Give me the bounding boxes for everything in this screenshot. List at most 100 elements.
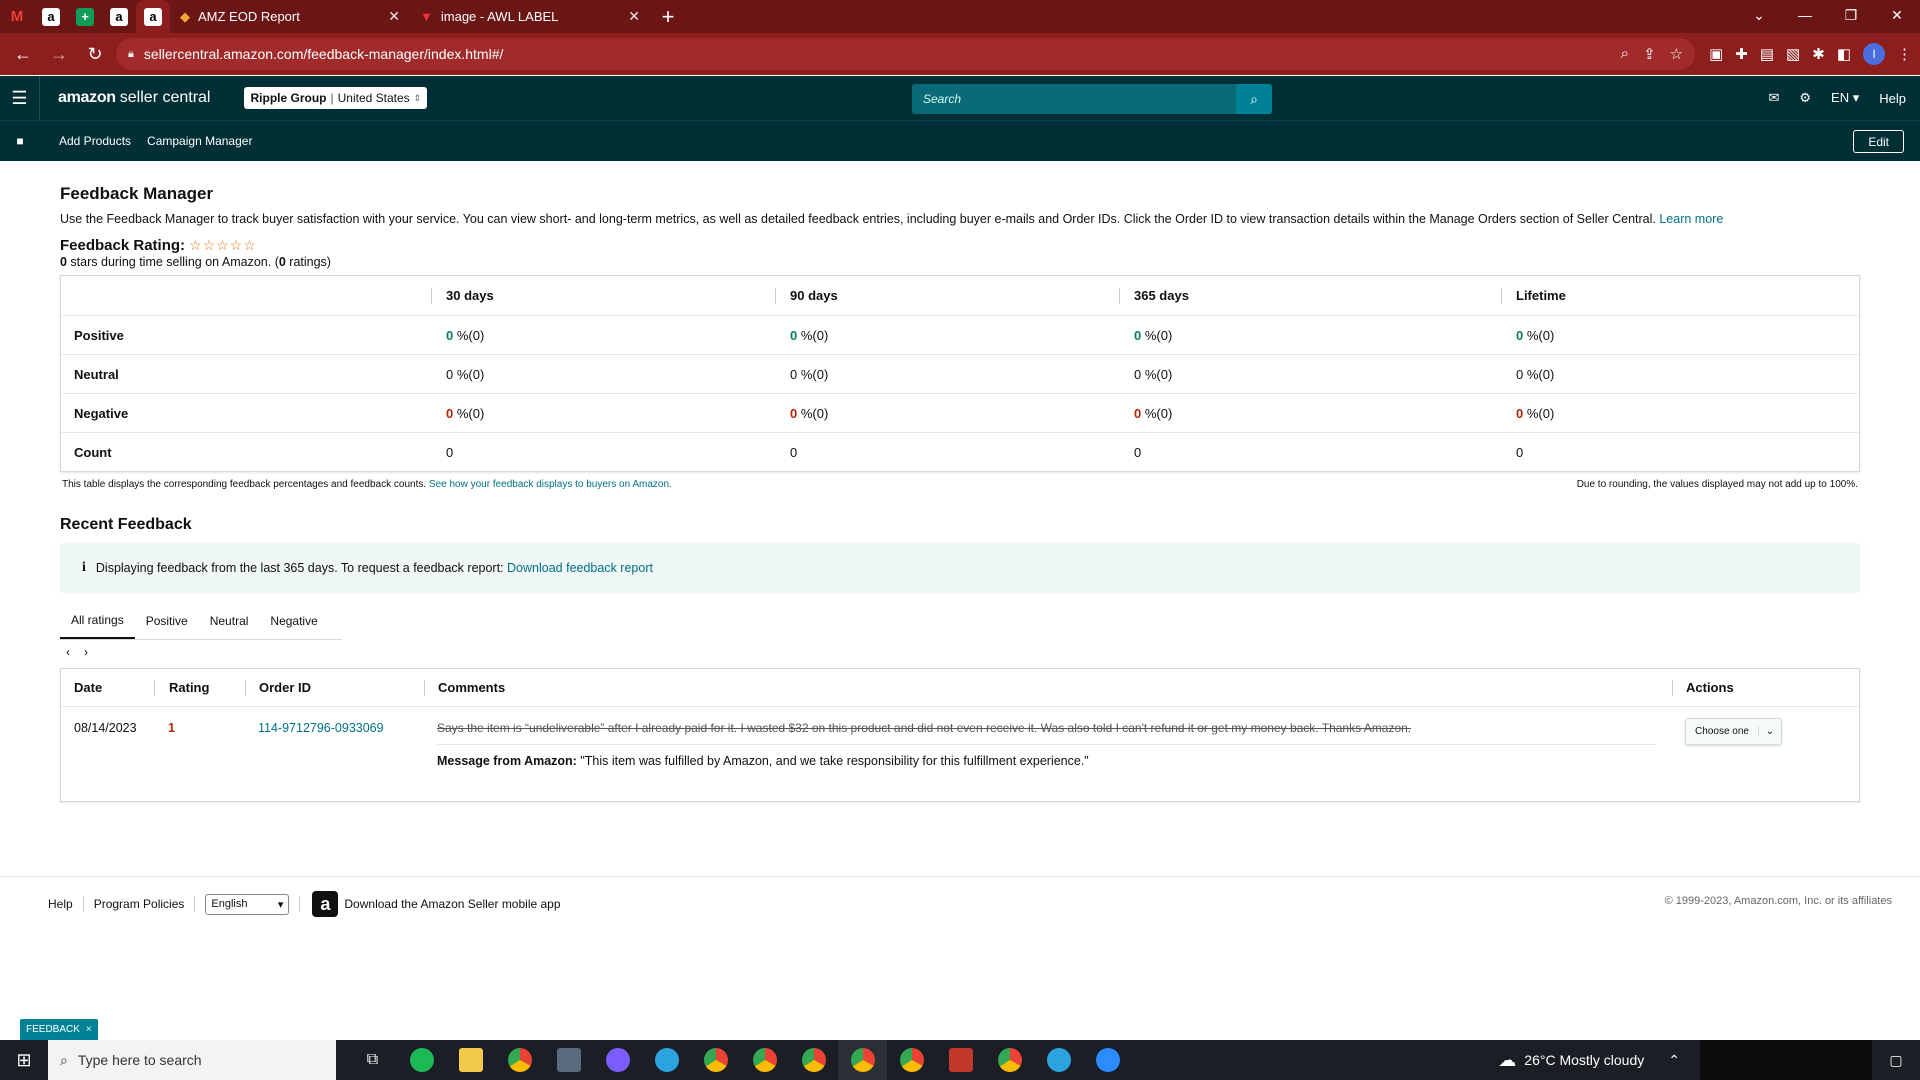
subnav-add-products[interactable]: Add Products [59,134,131,148]
file-explorer-icon[interactable] [446,1040,495,1080]
calculator-icon[interactable] [544,1040,593,1080]
chrome-profile-icon[interactable] [887,1040,936,1080]
feedback-display-link[interactable]: See how your feedback displays to buyers… [429,479,672,490]
metric-value: 0 [790,366,798,382]
bookmark-star-icon[interactable]: ☆ [1670,45,1683,63]
extension-off-icon[interactable]: ▣ [1709,45,1723,63]
pinned-tab-gmail[interactable]: M [0,0,34,33]
close-window-icon[interactable]: ✕ [1874,0,1920,30]
gear-icon[interactable]: ⚙ [1799,90,1811,106]
app-icon[interactable] [936,1040,985,1080]
feedback-tab-label: FEEDBACK [26,1024,80,1035]
notification-icon[interactable]: ▢ [1872,1040,1920,1080]
new-tab-button[interactable]: + [650,0,686,33]
extension-image-icon[interactable]: ▤ [1760,45,1774,63]
metrics-col-365-days: 365 days [1119,287,1501,304]
tab-negative[interactable]: Negative [259,603,328,639]
close-icon[interactable]: × [86,1024,92,1035]
mail-icon[interactable]: ✉ [1768,90,1779,106]
extension-note-icon[interactable]: ▧ [1786,45,1800,63]
tab-title: image - AWL LABEL [440,9,559,24]
tab-image-awl-label[interactable]: ▼ image - AWL LABEL ✕ [410,0,650,33]
seller-central-logo[interactable]: amazon seller central [40,89,228,107]
reload-icon[interactable]: ↻ [80,39,110,69]
metric-value: 0 [1134,366,1142,382]
zoom-icon[interactable]: ⌕ [1621,45,1629,63]
tab-neutral[interactable]: Neutral [199,603,260,639]
messenger-icon[interactable] [593,1040,642,1080]
metric-cell: 0 %(0) [431,316,775,354]
minimize-icon[interactable]: — [1782,0,1828,30]
task-view-icon[interactable]: ⧉ [348,1040,397,1080]
pinned-tab-amazon-active[interactable]: a [136,0,170,33]
chrome-icon[interactable] [838,1040,887,1080]
weather-widget[interactable]: ☁ 26°C Mostly cloudy [1498,1050,1644,1071]
rating-filter-tabs: All ratings Positive Neutral Negative [60,603,342,640]
menu-kebab-icon[interactable]: ⋮ [1897,45,1912,63]
extensions-icon[interactable]: ✱ [1812,45,1825,63]
footer-program-policies-link[interactable]: Program Policies [84,897,195,911]
metrics-header-blank [61,276,431,315]
tab-amz-eod-report[interactable]: ◆ AMZ EOD Report ✕ [170,0,410,33]
close-icon[interactable]: ✕ [628,8,640,25]
share-icon[interactable]: ⇪ [1643,45,1656,63]
metric-count: %(0) [1144,405,1173,421]
header-search: Search ⌕ [912,84,1272,114]
download-feedback-report-link[interactable]: Download feedback report [507,561,653,575]
telegram-icon[interactable] [642,1040,691,1080]
amazon-app-icon[interactable]: a [312,891,339,917]
bookmark-icon[interactable]: ■ [0,134,40,148]
download-app-link[interactable]: Download the Amazon Seller mobile app [344,897,560,911]
chrome-profile-icon[interactable] [691,1040,740,1080]
footer-help-link[interactable]: Help [48,897,83,911]
learn-more-link[interactable]: Learn more [1659,212,1723,226]
metrics-col-90-days: 90 days [775,287,1119,304]
account-switcher[interactable]: Ripple Group | United States ⇕ [244,87,428,109]
action-dropdown-label: Choose one [1686,726,1759,737]
action-dropdown[interactable]: Choose one ⌄ [1685,718,1782,745]
chevron-left-icon[interactable]: ‹ [66,645,70,659]
tab-search-icon[interactable]: ⌄ [1736,0,1782,30]
order-id-link[interactable]: 114-9712796-0933069 [245,721,424,801]
chrome-profile-icon[interactable] [985,1040,1034,1080]
window-controls: ⌄ — ❐ ✕ [1736,0,1920,33]
extension-puzzle-blue-icon[interactable]: ✚ [1735,45,1748,63]
language-selector[interactable]: EN ▾ [1831,90,1859,106]
address-bar[interactable]: 🔒︎ sellercentral.amazon.com/feedback-man… [116,38,1696,70]
side-panel-icon[interactable]: ◧ [1837,45,1851,63]
struck-comment: Says the item is “undeliverable” after I… [437,721,1656,745]
edit-button[interactable]: Edit [1853,130,1904,153]
telegram-icon[interactable] [1034,1040,1083,1080]
metric-cell: 0 %(0) [431,355,775,393]
back-icon[interactable]: ← [8,39,38,69]
chrome-profile-icon[interactable] [740,1040,789,1080]
chrome-profile-icon[interactable] [789,1040,838,1080]
hamburger-menu-icon[interactable]: ☰ [0,76,40,120]
close-icon[interactable]: ✕ [388,8,400,25]
profile-avatar[interactable]: I [1863,43,1885,65]
search-input[interactable]: Search [912,84,1236,114]
chevron-up-icon[interactable]: ⌃ [1668,1052,1680,1069]
feedback-tab-button[interactable]: FEEDBACK × [20,1019,98,1040]
chrome-icon[interactable] [495,1040,544,1080]
footer-language-select[interactable]: English ▾ [205,893,290,915]
spotify-icon[interactable] [397,1040,446,1080]
metric-cell: 0 %(0) [1501,316,1859,354]
windows-start-icon[interactable]: ⊞ [0,1040,48,1080]
metric-value: 0 [446,405,454,421]
language-code: EN [1831,90,1850,105]
restore-icon[interactable]: ❐ [1828,0,1874,30]
pinned-tab-amazon[interactable]: a [34,0,68,33]
metrics-note-text: This table displays the corresponding fe… [62,479,427,490]
taskbar-search[interactable]: ⌕ Type here to search [48,1040,336,1080]
chevron-right-icon[interactable]: › [84,645,88,659]
tab-positive[interactable]: Positive [135,603,199,639]
zoom-icon[interactable] [1083,1040,1132,1080]
forward-icon[interactable]: → [44,39,74,69]
tab-all-ratings[interactable]: All ratings [60,603,135,639]
pinned-tab-amazon-2[interactable]: a [102,0,136,33]
help-link[interactable]: Help [1879,91,1906,106]
subnav-campaign-manager[interactable]: Campaign Manager [147,134,252,148]
search-icon[interactable]: ⌕ [1236,84,1272,114]
pinned-tab-sheets[interactable]: + [68,0,102,33]
